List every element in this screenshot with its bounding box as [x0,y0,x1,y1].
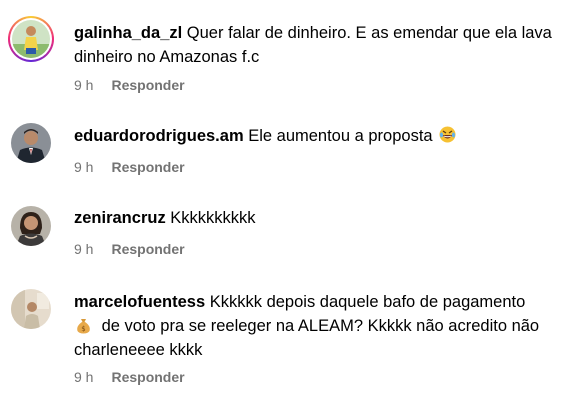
comment-meta: 9 h Responder [74,369,185,385]
comment-text-line-2: de voto pra se reeleger na ALEAM? Kkkkk … [101,317,540,335]
reply-button[interactable]: Responder [111,159,184,175]
comment-item: eduardorodrigues.am Ele aumentou a propo… [0,100,582,190]
comment-text: Ele aumentou a proposta [248,127,433,145]
money-bag-emoji: $ [76,317,91,334]
soccer-player-avatar[interactable] [12,20,50,58]
comment-body: zenirancruz Kkkkkkkkkk [74,206,572,230]
username[interactable]: eduardorodrigues.am [74,127,244,145]
comment-item: zenirancruz Kkkkkkkkkk 9 h Responder [0,190,582,270]
username[interactable]: zenirancruz [74,209,166,227]
reply-button[interactable]: Responder [111,369,184,385]
timestamp: 9 h [74,77,94,93]
comment-meta: 9 h Responder [74,241,185,257]
reply-button[interactable]: Responder [111,77,184,93]
comment-body: eduardorodrigues.am Ele aumentou a propo… [74,124,572,148]
comment-text-line-1: Kkkkkk depois daquele bafo de pagamento [209,293,526,311]
comment-text: Kkkkkkkkkk [170,209,256,227]
timestamp: 9 h [74,241,94,257]
comment-body: galinha_da_zl Quer falar de dinheiro. E … [74,21,572,69]
username[interactable]: marcelofuentess [74,293,205,311]
comment-meta: 9 h Responder [74,159,185,175]
story-ring[interactable] [8,16,54,62]
comment-item: marcelofuentess Kkkkkk depois daquele ba… [0,270,582,417]
timestamp: 9 h [74,159,94,175]
username[interactable]: galinha_da_zl [74,24,182,42]
comment-meta: 9 h Responder [74,77,185,93]
reply-button[interactable]: Responder [111,241,184,257]
comment-body: marcelofuentess Kkkkkk depois daquele ba… [74,290,572,362]
timestamp: 9 h [74,369,94,385]
comment-item: galinha_da_zl Quer falar de dinheiro. E … [0,0,582,100]
rolling-laughing-emoji [439,126,456,143]
comment-text-line-3: charleneeee kkkk [74,341,203,359]
woman-avatar[interactable] [11,206,51,246]
man-in-suit-avatar[interactable] [11,123,51,163]
person-indoor-avatar[interactable] [11,289,51,329]
svg-text:$: $ [81,325,85,333]
